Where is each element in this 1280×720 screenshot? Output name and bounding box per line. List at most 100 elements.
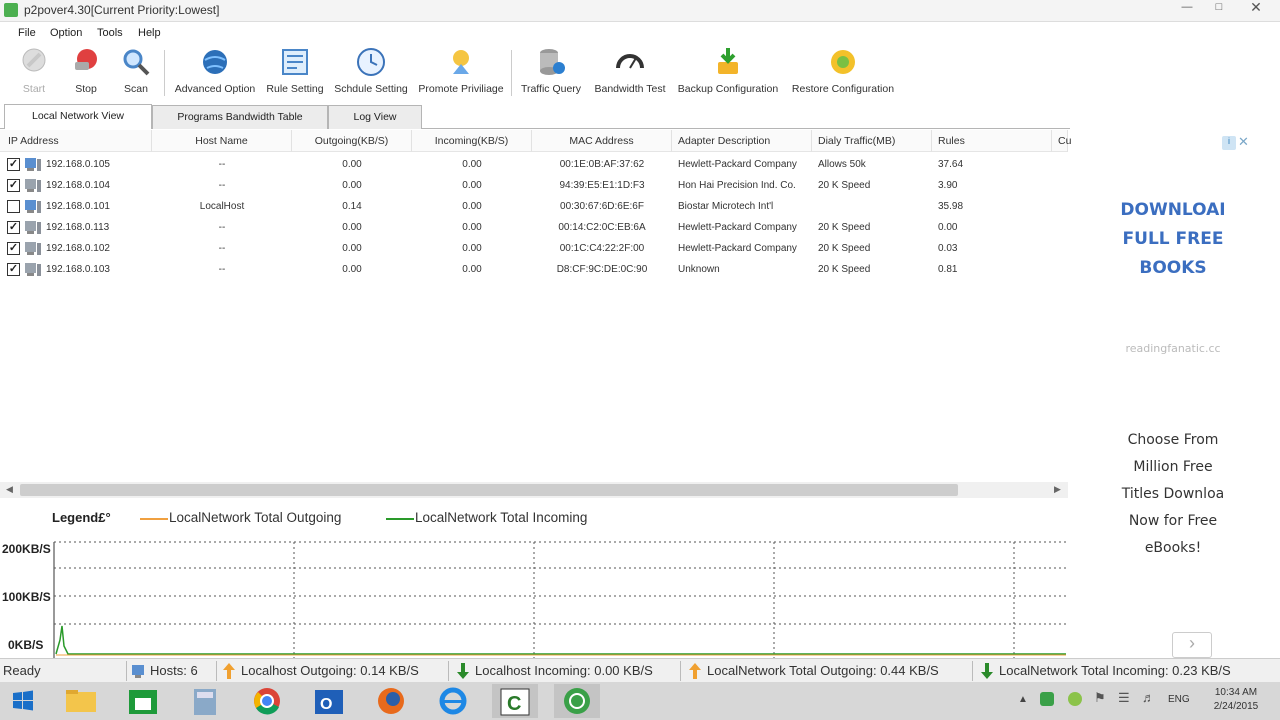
cell-traffic: 20 K Speed — [818, 243, 871, 254]
scan-button[interactable]: Scan — [116, 46, 156, 95]
cell-out: 0.00 — [342, 159, 362, 170]
column-header-host[interactable]: Host Name — [152, 130, 292, 152]
scan-icon — [123, 49, 150, 76]
schedule-setting-button[interactable]: Schdule Setting — [332, 46, 410, 95]
file-explorer-icon[interactable] — [58, 684, 104, 718]
backup-icon — [718, 48, 738, 74]
close-button[interactable]: ✕ — [1236, 0, 1276, 16]
tray-date[interactable]: 2/24/2015 — [1208, 701, 1264, 712]
restore-configuration-button[interactable]: Restore Configuration — [787, 46, 899, 95]
calculator-icon[interactable] — [182, 684, 228, 718]
tray-network-icon[interactable] — [1068, 692, 1082, 706]
tray-flag-icon[interactable]: ⚑ — [1094, 690, 1106, 706]
column-header-incoming[interactable]: Incoming(KB/S) — [412, 130, 532, 152]
traffic-query-button[interactable]: Traffic Query — [517, 46, 585, 95]
row-checkbox[interactable] — [7, 200, 20, 213]
table-row[interactable]: 192.168.0.101 LocalHost 0.14 0.00 00:30:67:6… — [0, 196, 1068, 217]
store-icon[interactable] — [120, 684, 166, 718]
cell-rules: 3.90 — [938, 180, 958, 191]
row-checkbox[interactable]: ✓ — [7, 263, 20, 276]
ad-info-icon[interactable]: i — [1222, 136, 1236, 150]
row-checkbox[interactable]: ✓ — [7, 221, 20, 234]
tray-wifi-icon[interactable]: ☰ — [1118, 690, 1130, 706]
app-icon — [4, 3, 18, 17]
stop-button[interactable]: Stop — [66, 46, 106, 95]
ad-body-4: Now for Free — [1128, 513, 1218, 529]
table-horizontal-scrollbar[interactable]: ◀ ▶ — [0, 482, 1068, 498]
status-separator — [448, 661, 449, 681]
tray-volume-icon[interactable]: ♬ — [1142, 690, 1155, 705]
column-header-outgoing[interactable]: Outgoing(KB/S) — [292, 130, 412, 152]
cell-adapter: Unknown — [678, 264, 720, 275]
cell-in: 0.00 — [462, 222, 482, 233]
table-row[interactable]: ✓ 192.168.0.113 -- 0.00 0.00 00:14:C2:0C:EB:6… — [0, 217, 1068, 238]
status-hosts: Hosts: 6 — [150, 663, 198, 678]
menu-tools[interactable]: Tools — [97, 27, 123, 39]
table-row[interactable]: ✓ 192.168.0.105 -- 0.00 0.00 00:1E:0B:AF:37:6… — [0, 154, 1068, 175]
backup-configuration-button[interactable]: Backup Configuration — [675, 46, 781, 95]
cell-traffic: 20 K Speed — [818, 264, 871, 275]
column-header-cu[interactable]: Cu — [1052, 130, 1071, 152]
cell-in: 0.00 — [462, 264, 482, 275]
cell-rules: 0.00 — [938, 222, 958, 233]
menu-option[interactable]: Option — [50, 27, 82, 39]
advanced-option-button[interactable]: Advanced Option — [172, 46, 258, 95]
ad-panel[interactable]: i ✕ DOWNLOAI FULL FREE BOOKS readingfana… — [1092, 130, 1254, 658]
chrome-icon[interactable] — [244, 684, 290, 718]
restore-configuration-label: Restore Configuration — [791, 83, 895, 95]
table-row[interactable]: ✓ 192.168.0.103 -- 0.00 0.00 D8:CF:9C:DE:0C:9… — [0, 259, 1068, 280]
scroll-left-arrow-icon[interactable]: ◀ — [6, 484, 13, 495]
promote-privilege-label: Promote Priviliage — [418, 83, 504, 95]
column-header-adapter[interactable]: Adapter Description — [672, 130, 812, 152]
down-arrow-icon — [981, 663, 993, 679]
internet-explorer-icon[interactable] — [430, 684, 476, 718]
row-checkbox[interactable]: ✓ — [7, 179, 20, 192]
ad-close-icon[interactable]: ✕ — [1238, 134, 1249, 150]
status-localhost-incoming: Localhost Incoming: 0.00 KB/S — [475, 663, 653, 678]
camtasia-icon[interactable]: C — [492, 684, 538, 718]
p2pover-taskbar-icon[interactable] — [554, 684, 600, 718]
outlook-icon[interactable]: O — [306, 684, 352, 718]
cell-adapter: Hewlett-Packard Company — [678, 243, 797, 254]
maximize-button[interactable]: □ — [1204, 0, 1234, 16]
menu-file[interactable]: File — [18, 27, 36, 39]
tab-log-view[interactable]: Log View — [328, 105, 422, 129]
cell-adapter: Hon Hai Precision Ind. Co. — [678, 180, 796, 191]
tray-time[interactable]: 10:34 AM — [1208, 687, 1264, 698]
table-row[interactable]: ✓ 192.168.0.104 -- 0.00 0.00 94:39:E5:E1:1D:F… — [0, 175, 1068, 196]
table-row[interactable]: ✓ 192.168.0.102 -- 0.00 0.00 00:1C:C4:22:2F:0… — [0, 238, 1068, 259]
ad-next-arrow-icon[interactable]: › — [1172, 632, 1212, 658]
computer-icon — [25, 179, 41, 192]
row-checkbox[interactable]: ✓ — [7, 158, 20, 171]
firefox-icon[interactable] — [368, 684, 414, 718]
rule-setting-button[interactable]: Rule Setting — [264, 46, 326, 95]
tab-local-network-view[interactable]: Local Network View — [4, 104, 152, 129]
menu-help[interactable]: Help — [138, 27, 161, 39]
tray-language[interactable]: ENG — [1168, 694, 1190, 705]
scroll-right-arrow-icon[interactable]: ▶ — [1054, 484, 1061, 495]
cell-mac: 94:39:E5:E1:1D:F3 — [559, 180, 645, 191]
tray-expand-icon[interactable]: ▲ — [1018, 694, 1028, 705]
column-header-ip[interactable]: IP Address — [0, 130, 152, 152]
cell-ip: 192.168.0.113 — [46, 222, 110, 233]
start-label: Start — [22, 83, 46, 95]
minimize-button[interactable]: — — [1172, 0, 1202, 16]
cell-traffic — [818, 196, 932, 217]
cell-mac: 00:1E:0B:AF:37:62 — [559, 159, 645, 170]
ad-body-3: Titles Downloa — [1121, 486, 1225, 502]
windows-start-icon[interactable] — [0, 684, 46, 718]
column-header-traffic[interactable]: Dialy Traffic(MB) — [812, 130, 932, 152]
column-header-mac[interactable]: MAC Address — [532, 130, 672, 152]
stop-icon — [75, 49, 97, 70]
start-button[interactable]: Start — [14, 46, 54, 95]
cell-host: -- — [218, 180, 226, 191]
bandwidth-test-button[interactable]: Bandwidth Test — [591, 46, 669, 95]
tray-p2pover-icon[interactable] — [1040, 692, 1054, 706]
tab-programs-bandwidth-table[interactable]: Programs Bandwidth Table — [152, 105, 328, 129]
scrollbar-thumb[interactable] — [20, 484, 958, 496]
promote-privilege-button[interactable]: Promote Priviliage — [416, 46, 506, 95]
cell-adapter: Hewlett-Packard Company — [678, 222, 797, 233]
row-checkbox[interactable]: ✓ — [7, 242, 20, 255]
column-header-rules[interactable]: Rules — [932, 130, 1052, 152]
cell-in: 0.00 — [462, 201, 482, 212]
